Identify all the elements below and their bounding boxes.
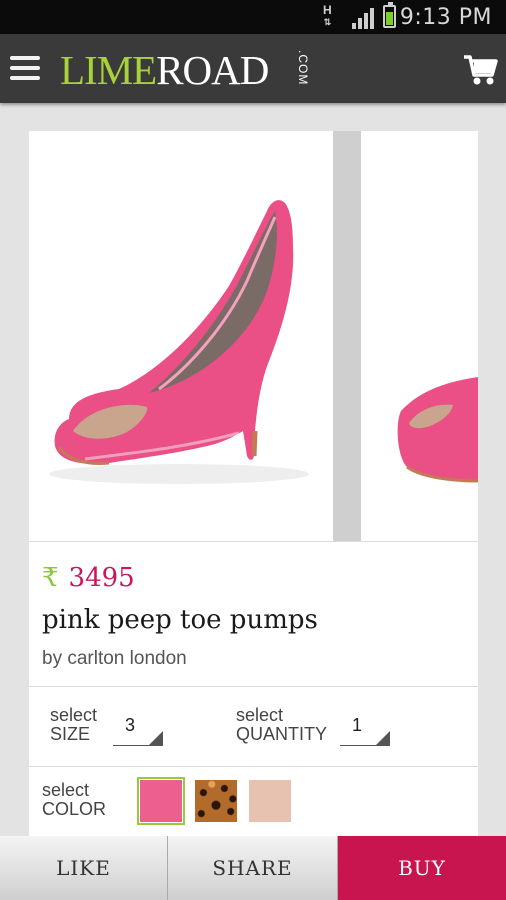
next-product-image[interactable] xyxy=(361,131,478,541)
hamburger-menu-icon[interactable] xyxy=(10,56,40,80)
app-bar: LIMEROAD .COM xyxy=(0,34,506,103)
size-value: 3 xyxy=(125,715,136,735)
color-swatch-leopard[interactable] xyxy=(195,780,237,822)
status-time: 9:13 PM xyxy=(399,5,492,30)
like-button[interactable]: LIKE xyxy=(0,836,168,900)
buy-button[interactable]: BUY xyxy=(338,836,506,900)
chevron-down-icon xyxy=(376,731,390,745)
pink-pump-image xyxy=(49,200,309,484)
product-price: ₹3495 xyxy=(42,563,135,593)
currency-symbol: ₹ xyxy=(42,563,59,593)
signal-strength-icon xyxy=(352,8,374,29)
size-label: select SIZE xyxy=(50,705,98,744)
product-brand: by carlton london xyxy=(42,648,187,669)
share-button[interactable]: SHARE xyxy=(168,836,338,900)
divider xyxy=(29,766,478,767)
color-label: select COLOR xyxy=(42,780,107,819)
status-bar: H ⇅ 9:13 PM xyxy=(0,0,506,34)
product-title: pink peep toe pumps xyxy=(42,605,318,635)
product-image[interactable] xyxy=(29,131,333,541)
color-swatch-pink[interactable] xyxy=(137,777,185,825)
pink-pump-image-alt xyxy=(397,377,478,483)
shopping-cart-icon[interactable] xyxy=(462,51,498,87)
battery-icon xyxy=(383,2,396,28)
limeroad-logo[interactable]: LIMEROAD .COM xyxy=(60,46,310,93)
product-image-carousel[interactable] xyxy=(29,131,478,541)
quantity-label: select QUANTITY xyxy=(236,705,328,744)
chevron-down-icon xyxy=(149,731,163,745)
divider xyxy=(29,541,478,542)
bottom-action-bar: LIKE SHARE BUY xyxy=(0,836,506,900)
product-card: ₹3495 pink peep toe pumps by carlton lon… xyxy=(29,131,478,841)
size-dropdown[interactable]: 3 xyxy=(113,711,165,747)
network-type-indicator: H ⇅ xyxy=(323,3,332,27)
price-value: 3495 xyxy=(68,563,135,593)
carousel-gap xyxy=(333,131,361,541)
divider xyxy=(29,686,478,687)
quantity-dropdown[interactable]: 1 xyxy=(340,711,392,747)
color-swatch-nude[interactable] xyxy=(249,780,291,822)
quantity-value: 1 xyxy=(352,715,363,735)
